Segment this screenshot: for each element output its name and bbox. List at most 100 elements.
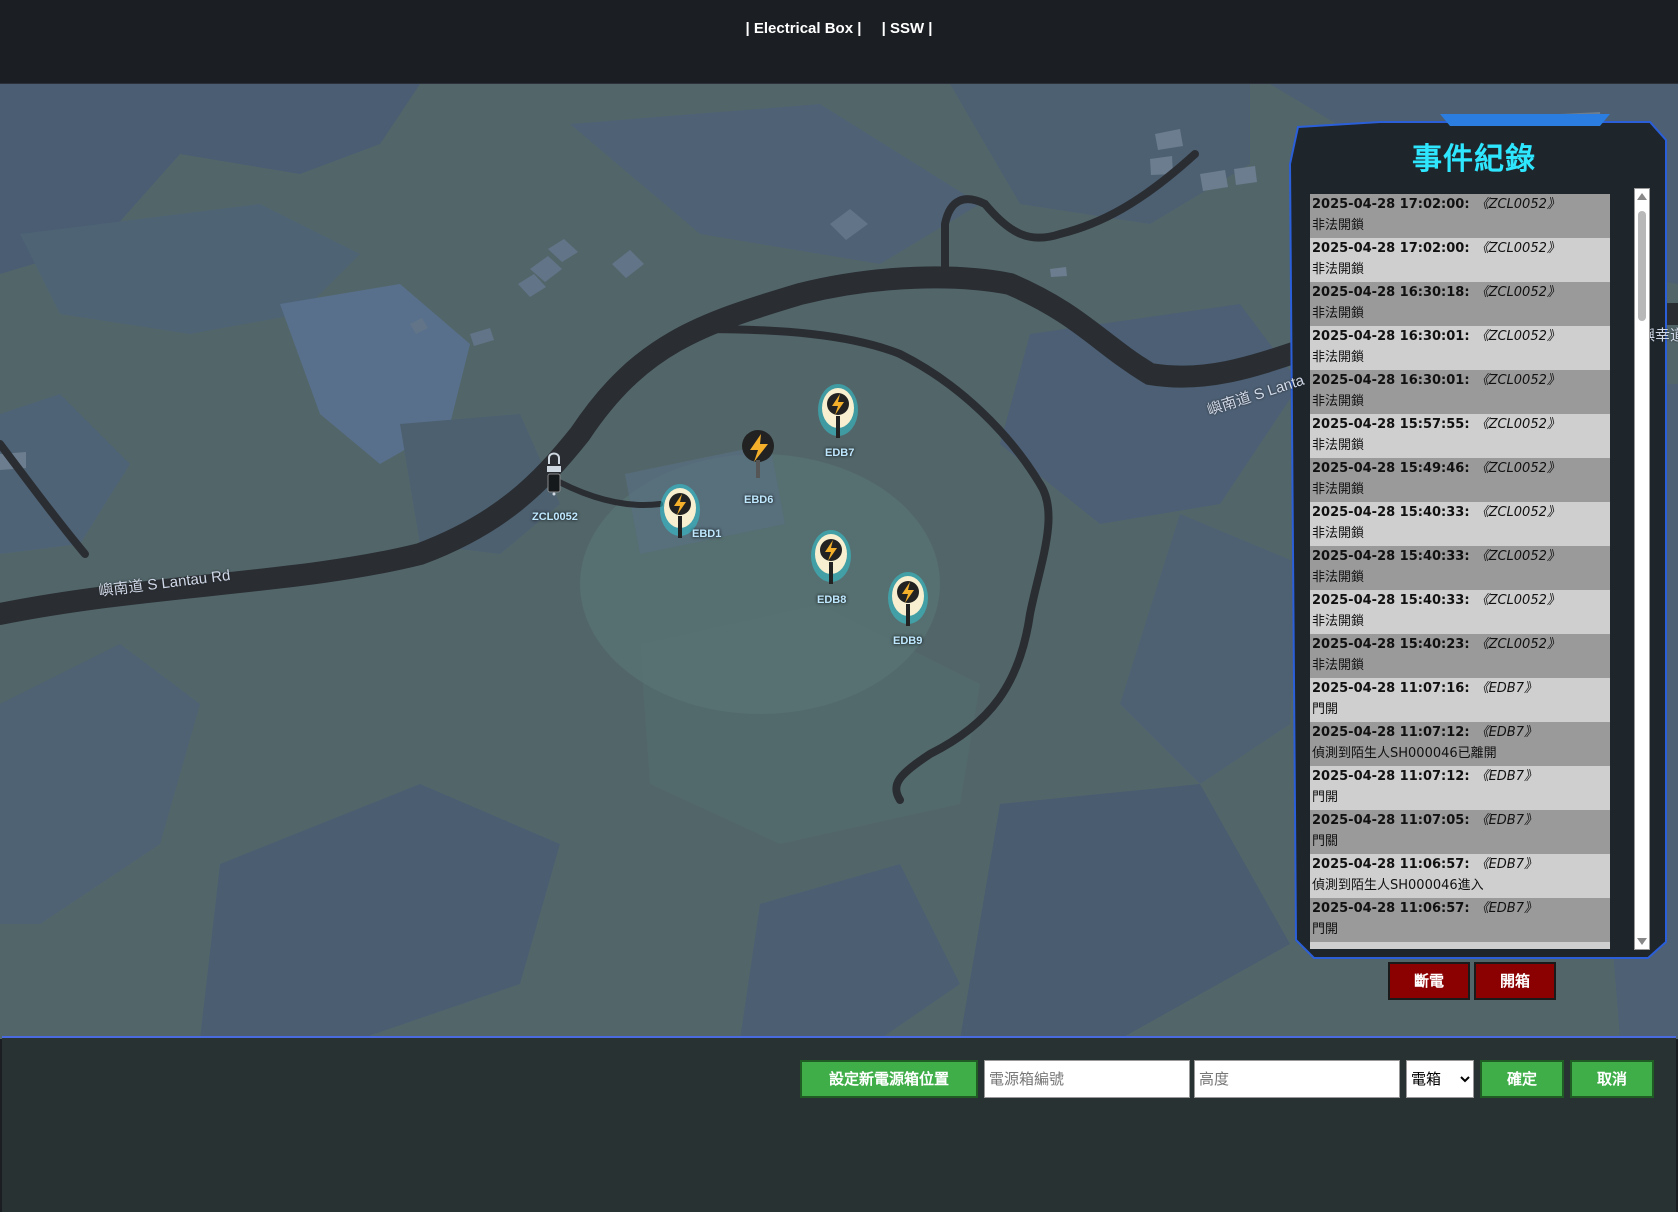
event-device: 《EDB7》: [1475, 681, 1537, 696]
event-device: 《EDB7》: [1475, 901, 1537, 916]
event-timestamp: 2025-04-28 17:02:00:: [1312, 241, 1470, 256]
event-log-header: 2025-04-28 16:30:01: 《ZCL0052》: [1312, 370, 1608, 391]
lightning-pin-icon: [888, 572, 928, 626]
event-device: 《ZCL0052》: [1475, 417, 1560, 432]
event-log-item: 2025-04-28 11:06:57: 《EDB7》 偵測到陌生人SH000046…: [1310, 854, 1610, 898]
event-log-header: 2025-04-28 11:07:12: 《EDB7》: [1312, 722, 1608, 743]
event-device: 《EDB7》: [1475, 769, 1537, 784]
event-log-panel: 事件紀錄 2025-04-28 17:02:00: 《ZCL0052》 非法開鎖 20…: [1288, 128, 1660, 1008]
event-timestamp: 2025-04-28 11:07:05:: [1312, 813, 1470, 828]
event-message: 門開: [1312, 790, 1339, 805]
event-device: 《ZCL0052》: [1475, 373, 1560, 388]
event-log-header: 2025-04-28 11:07:12: 《EDB7》: [1312, 766, 1608, 787]
event-timestamp: 2025-04-28 11:06:57:: [1312, 901, 1470, 916]
event-timestamp: 2025-04-28 11:07:12:: [1312, 725, 1470, 740]
event-device: 《ZCL0052》: [1475, 637, 1560, 652]
event-device: 《ZCL0052》: [1475, 285, 1560, 300]
box-marker-label: EDB7: [825, 447, 855, 459]
scroll-up-arrow-icon[interactable]: [1637, 193, 1647, 200]
event-log-item: 2025-04-28 17:02:00: 《ZCL0052》非法開鎖: [1310, 194, 1610, 238]
event-log-item: 2025-04-28 15:49:46: 《ZCL0052》非法開鎖: [1310, 458, 1610, 502]
event-message: 非法開鎖: [1312, 438, 1365, 453]
event-timestamp: 2025-04-28 15:40:33:: [1312, 549, 1470, 564]
box-marker-edb9[interactable]: [888, 572, 928, 634]
event-message: 非法開鎖: [1312, 614, 1365, 629]
event-log-header: 2025-04-28 15:40:23: 《ZCL0052》: [1312, 634, 1608, 655]
event-log-item: 2025-04-28 11:07:12: 《EDB7》 偵測到陌生人SH000046…: [1310, 722, 1610, 766]
event-timestamp: 2025-04-28 15:40:33:: [1312, 593, 1470, 608]
nav-ssw-link[interactable]: | SSW |: [882, 20, 933, 37]
event-timestamp: 2025-04-28 11:06:57:: [1312, 857, 1470, 872]
box-marker-label: EBD6: [744, 494, 774, 506]
box-number-input[interactable]: [984, 1060, 1190, 1098]
event-message: 非法開鎖: [1312, 350, 1365, 365]
event-log-header: 2025-04-28 16:30:01: 《ZCL0052》: [1312, 326, 1608, 347]
top-navbar: | Electrical Box | | SSW |: [0, 0, 1678, 84]
event-log-header: 2025-04-28 15:49:46: 《ZCL0052》: [1312, 458, 1608, 479]
power-off-button[interactable]: 斷電: [1388, 962, 1470, 1000]
box-marker-edb7[interactable]: [818, 384, 858, 446]
nav-electrical-box-link[interactable]: | Electrical Box |: [745, 20, 861, 37]
lightning-pin-icon: [811, 530, 851, 584]
event-message: 門開: [1312, 922, 1339, 937]
event-log-item: 2025-04-28 11:07:05: 《EDB7》門關: [1310, 810, 1610, 854]
padlock-icon: [547, 452, 561, 496]
open-box-button[interactable]: 開箱: [1474, 962, 1556, 1000]
event-log-header: 2025-04-28 11:07:05: 《EDB7》: [1312, 810, 1608, 831]
box-marker-label: EBD1: [692, 528, 722, 540]
event-timestamp: 2025-04-28 11:07:12:: [1312, 769, 1470, 784]
confirm-button[interactable]: 確定: [1480, 1060, 1564, 1098]
cancel-button[interactable]: 取消: [1570, 1060, 1654, 1098]
event-message: 非法開鎖: [1312, 306, 1365, 321]
event-device: 《ZCL0052》: [1475, 329, 1560, 344]
event-device: 《ZCL0052》: [1475, 461, 1560, 476]
event-timestamp: 2025-04-28 15:57:55:: [1312, 417, 1470, 432]
event-message: 非法開鎖: [1312, 218, 1365, 233]
event-message: 非法開鎖: [1312, 482, 1365, 497]
box-marker-edb8[interactable]: [811, 530, 851, 592]
box-marker-ebd6[interactable]: [740, 430, 776, 480]
event-log-header: 2025-04-28 15:40:33: 《ZCL0052》: [1312, 546, 1608, 567]
box-type-select[interactable]: 電箱: [1406, 1060, 1474, 1098]
event-timestamp: 2025-04-28 16:30:01:: [1312, 373, 1470, 388]
event-log-list[interactable]: 2025-04-28 17:02:00: 《ZCL0052》 非法開鎖 2025-04…: [1310, 194, 1610, 949]
event-message: 非法開鎖: [1312, 658, 1365, 673]
event-timestamp: 2025-04-28 11:07:16:: [1312, 681, 1470, 696]
event-log-title: 事件紀錄: [1412, 142, 1536, 177]
event-log-header: 2025-04-28 11:06:57: 《EDB7》: [1312, 898, 1608, 919]
event-message: 非法開鎖: [1312, 526, 1365, 541]
event-log-item: 2025-04-28 11:07:16: 《EDB7》門開: [1310, 678, 1610, 722]
set-new-box-location-button[interactable]: 設定新電源箱位置: [800, 1060, 978, 1098]
event-log-header: 2025-04-28 11:07:16: 《EDB7》: [1312, 678, 1608, 699]
event-log-scrollbar[interactable]: [1634, 188, 1650, 950]
event-device: 《EDB7》: [1475, 857, 1537, 872]
event-log-item: 2025-04-28 11:06:57: 《EDB7》門開: [1310, 898, 1610, 942]
event-timestamp: 2025-04-28 15:49:46:: [1312, 461, 1470, 476]
event-log-header: 2025-04-28 17:02:00: 《ZCL0052》: [1312, 238, 1608, 259]
box-marker-label: EDB9: [893, 635, 923, 647]
event-timestamp: 2025-04-28 16:30:01:: [1312, 329, 1470, 344]
event-message: 非法開鎖: [1312, 570, 1365, 585]
scroll-thumb[interactable]: [1638, 211, 1646, 321]
event-log-item: 2025-04-28 15:40:23: 《ZCL0052》非法開鎖: [1310, 634, 1610, 678]
event-log-header: 2025-04-28 15:40:33: 《ZCL0052》: [1312, 590, 1608, 611]
event-log-header: 2025-04-28 16:30:18: 《ZCL0052》: [1312, 282, 1608, 303]
event-timestamp: 2025-04-28 17:02:00:: [1312, 197, 1470, 212]
event-device: 《ZCL0052》: [1475, 197, 1560, 212]
event-message: 門開: [1312, 702, 1339, 717]
event-log-item: 2025-04-28 16:30:01: 《ZCL0052》非法開鎖: [1310, 370, 1610, 414]
event-log-item: 2025-04-28 11:07:12: 《EDB7》門開: [1310, 766, 1610, 810]
height-input[interactable]: [1194, 1060, 1400, 1098]
event-device: 《ZCL0052》: [1475, 549, 1560, 564]
lightning-pin-icon: [818, 384, 858, 438]
scroll-down-arrow-icon[interactable]: [1637, 938, 1647, 945]
lock-marker-zcl0052[interactable]: [541, 450, 567, 496]
event-log-item: 2025-04-28 15:57:55: 《ZCL0052》非法開鎖: [1310, 414, 1610, 458]
event-message: 非法開鎖: [1312, 394, 1365, 409]
event-log-item: 2025-04-28 15:40:33: 《ZCL0052》非法開鎖: [1310, 546, 1610, 590]
box-marker-label: EDB8: [817, 594, 847, 606]
event-message: 門關: [1312, 834, 1339, 849]
lightning-pin-icon: [742, 430, 774, 478]
event-log-item: 2025-04-28 15:40:33: 《ZCL0052》非法開鎖: [1310, 502, 1610, 546]
event-log-header: 2025-04-28 15:40:33: 《ZCL0052》: [1312, 502, 1608, 523]
